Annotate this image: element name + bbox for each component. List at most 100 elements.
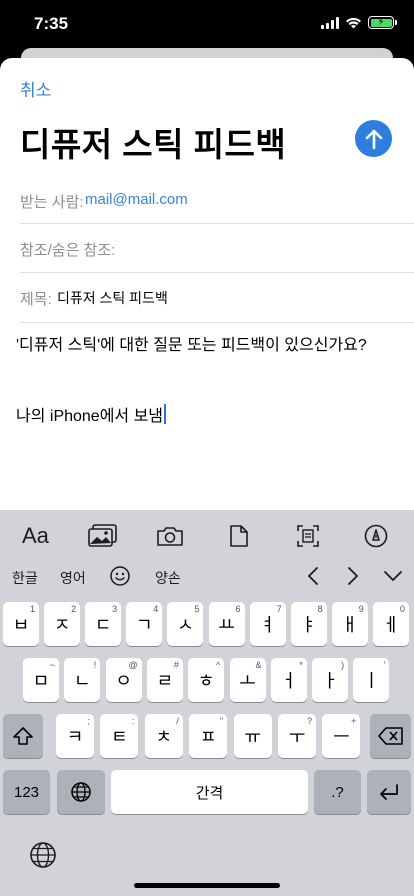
key-row2-1[interactable]: ㄴ! [64,658,101,702]
cancel-button[interactable]: 취소 [20,76,51,101]
key-row3-1[interactable]: ㅌ: [100,714,139,758]
cc-bcc-field[interactable]: 참조/숨은 참조: [20,233,414,273]
suggestion-bar: 한글 영어 양손 [0,560,414,600]
key-row1-2[interactable]: ㄷ3 [85,602,122,646]
key-label: ㅁ [32,671,50,691]
message-body[interactable]: '디퓨저 스틱'에 대한 질문 또는 피드백이 있으신가요? [16,331,367,355]
suggestion-word[interactable]: 양손 [155,568,181,588]
key-label: ㅋ [66,727,84,747]
key-row2-3[interactable]: ㄹ # [146,658,183,702]
key-row3-6[interactable]: ㅡ + [322,714,361,758]
delete-key[interactable] [370,714,411,758]
key-row2-8[interactable]: ㅣ ' [353,658,390,702]
key-hint: 7 [276,604,282,614]
keyboard-globe-button[interactable] [29,841,57,874]
key-hint: 5 [194,604,200,614]
numbers-key[interactable]: 123 [3,770,50,814]
chevron-left-icon[interactable] [306,566,320,586]
key-row3-4[interactable]: ㅠ [233,714,272,758]
status-bar: 7:35 ⚡ [0,0,414,48]
key-hint: * [299,660,303,670]
key-row1-6[interactable]: ㅕ7 [249,602,286,646]
key-row2-4[interactable]: ㅎ ^ [188,658,225,702]
shift-key[interactable] [3,714,43,758]
key-row2-0[interactable]: ㅁ ~ [23,658,59,702]
signature[interactable]: 나의 iPhone에서 보냄 [16,402,167,426]
key-row2-5[interactable]: ㅗ & [229,658,266,702]
key-label: ㄱ [136,615,153,635]
photo-library-button[interactable] [88,522,118,550]
language-korean-button[interactable]: 한글 [12,568,38,588]
key-row1-1[interactable]: ㅈ2 [44,602,81,646]
key-label: ㅐ [341,615,359,635]
key-label: ㅠ [244,727,261,747]
subject-value[interactable]: 디퓨저 스틱 피드백 [57,288,168,308]
chevron-down-icon[interactable] [383,569,403,583]
key-label: ㄹ [156,671,174,691]
markup-button[interactable] [364,522,388,550]
chevron-right-icon[interactable] [346,566,360,586]
attach-document-button[interactable] [229,522,249,550]
key-row1-0[interactable]: ㅂ1 [3,602,39,646]
subject-field[interactable]: 제목: 디퓨저 스틱 피드백 [20,281,414,323]
key-label: ㅈ [53,615,71,635]
wifi-icon [346,17,361,28]
key-row2-7[interactable]: ㅏ) [312,658,349,702]
key-hint: 6 [235,604,241,614]
to-field[interactable]: 받는 사람: mail@mail.com [20,186,414,224]
scan-document-icon [297,525,319,547]
key-row1-5[interactable]: ㅛ6 [208,602,245,646]
key-row3-5[interactable]: ㅜ? [278,714,316,758]
scan-document-button[interactable] [296,522,320,550]
key-row3-2[interactable]: ㅊ / [144,714,183,758]
key-row2-2[interactable]: ㅇ @ [105,658,142,702]
key-row3-3[interactable]: ㅍ " [189,714,228,758]
key-hint: ? [306,716,312,726]
cellular-signal-icon [321,16,339,29]
compose-title: 디퓨저 스틱 피드백 [20,126,287,163]
status-icons: ⚡ [321,16,397,29]
key-hint: ) [341,660,345,670]
key-label: ㅅ [177,615,194,635]
key-label: ㅌ [111,727,128,747]
key-label: ㅡ [333,727,350,747]
arrow-up-icon [365,129,382,149]
key-label: ㅕ [259,615,276,635]
emoji-icon[interactable] [109,565,131,587]
return-key[interactable] [367,770,411,814]
format-button[interactable]: Aa [22,522,49,550]
language-switch-key[interactable] [57,770,105,814]
key-row1-8[interactable]: ㅐ9 [331,602,368,646]
key-label: ㅣ [363,671,380,691]
key-row1-3[interactable]: ㄱ4 [126,602,163,646]
key-hint: 1 [29,604,35,614]
key-row3-0[interactable]: ㅋ; [56,714,94,758]
key-row1-4[interactable]: ㅅ5 [167,602,204,646]
key-hint: @ [128,660,138,670]
key-row2-6[interactable]: ㅓ * [270,658,307,702]
key-hint: 9 [358,604,364,614]
punctuation-key[interactable]: .? [314,770,361,814]
document-icon [230,525,248,547]
send-button[interactable] [355,120,392,157]
key-label: ㅊ [155,727,173,747]
battery-icon: ⚡ [368,16,397,29]
key-hint: ~ [49,660,55,670]
cc-bcc-label: 참조/숨은 참조: [20,242,116,259]
globe-icon [71,782,91,802]
camera-button[interactable] [156,522,184,550]
shift-icon [13,727,33,745]
space-key[interactable]: 간격 [111,770,308,814]
key-label: ㅎ [197,671,215,691]
return-icon [380,784,398,800]
key-label: ㅑ [300,615,317,635]
key-row1-9[interactable]: ㅔ0 [372,602,409,646]
key-hint: ^ [215,660,221,670]
key-label: ㅂ [12,615,30,635]
to-recipient[interactable]: mail@mail.com [85,191,188,208]
language-english-button[interactable]: 영어 [60,568,86,588]
markup-pen-icon [364,524,388,548]
key-row1-7[interactable]: ㅑ8 [290,602,327,646]
subject-label: 제목: [20,291,52,308]
backspace-icon [377,727,403,745]
